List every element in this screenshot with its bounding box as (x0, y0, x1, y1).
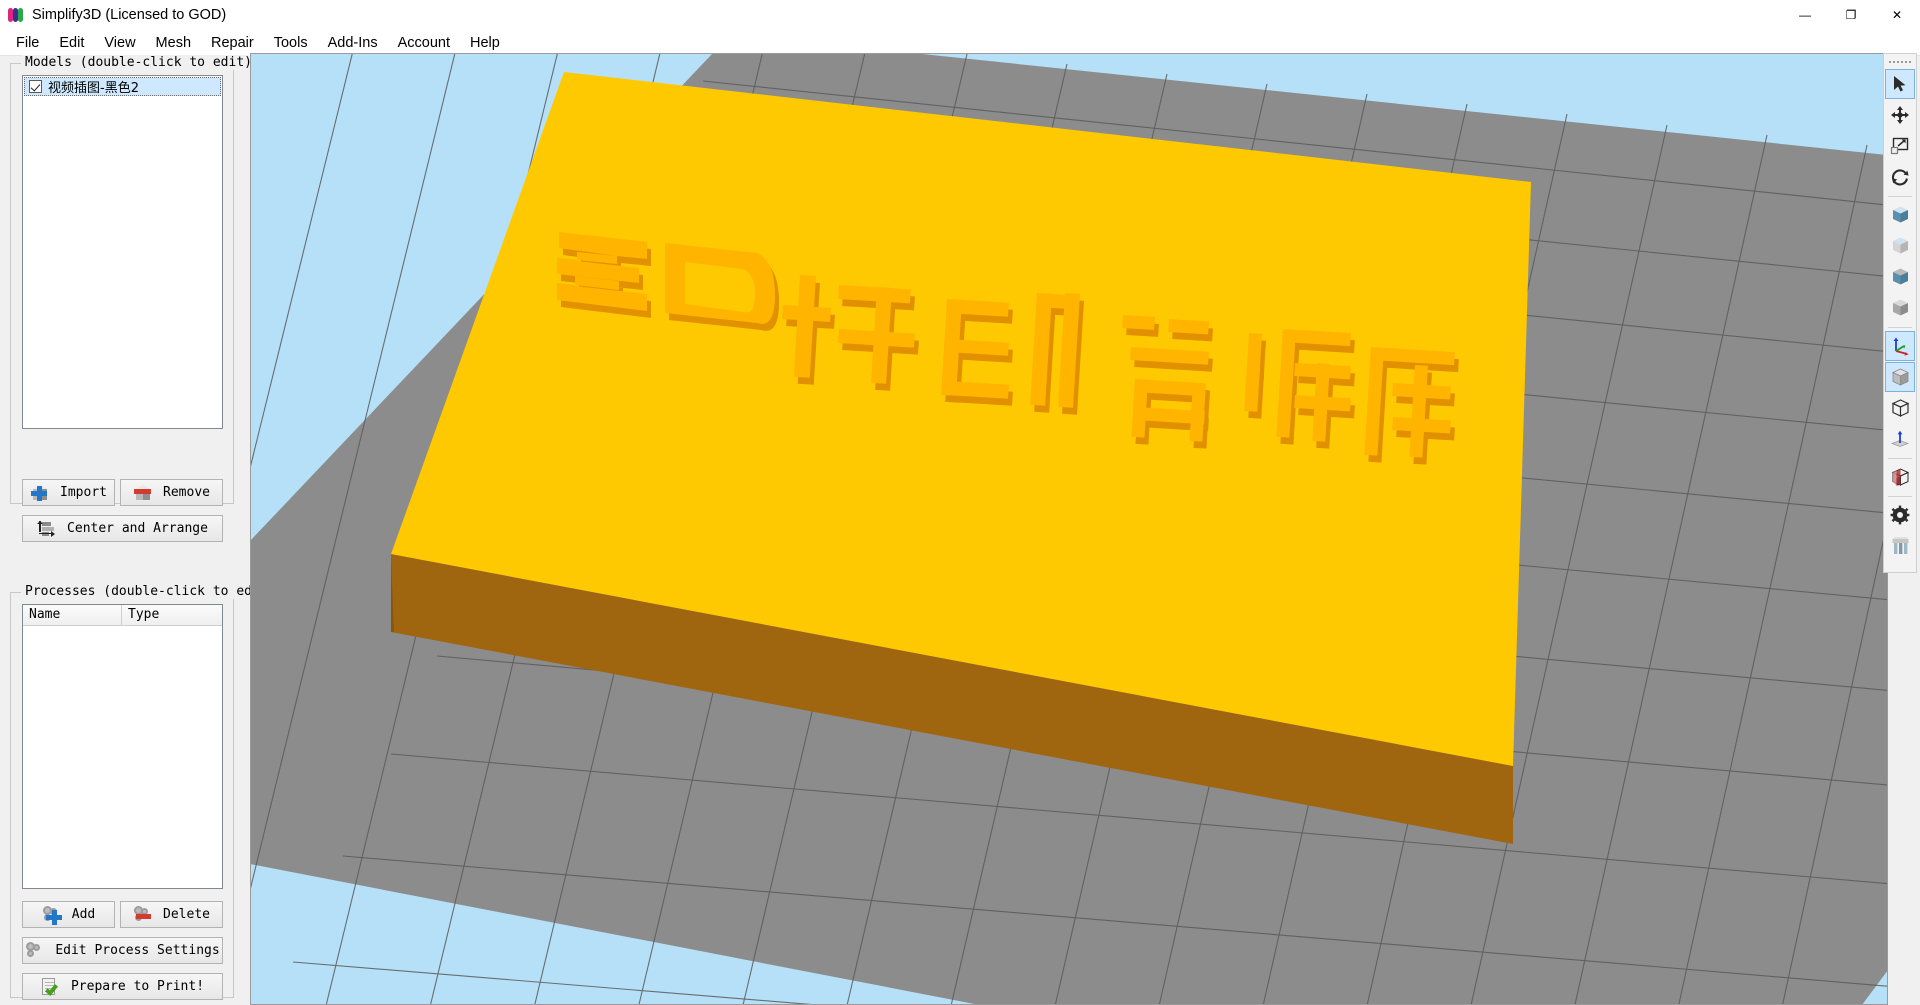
processes-table-header: Name Type (23, 605, 222, 626)
list-item[interactable]: 视频插图-黑色2 (24, 77, 221, 96)
solid-cube-icon (1891, 368, 1909, 386)
view-cube-iso-tool[interactable] (1885, 293, 1915, 323)
menu-item-add-ins[interactable]: Add-Ins (318, 32, 388, 54)
menu-item-mesh[interactable]: Mesh (146, 32, 201, 54)
window-title: Simplify3D (Licensed to GOD) (32, 7, 227, 23)
processes-groupbox-title: Processes (double-click to edit) (21, 584, 280, 599)
add-button-label: Add (71, 907, 96, 922)
delete-button-label: Delete (163, 907, 210, 922)
prepare-to-print-label: Prepare to Print! (70, 979, 205, 994)
solid-shading-toggle[interactable] (1885, 362, 1915, 392)
simplify3d-logo-icon (8, 7, 24, 23)
menu-item-file[interactable]: File (6, 32, 49, 54)
menu-item-help[interactable]: Help (460, 32, 510, 54)
remove-button-label: Remove (163, 485, 210, 500)
cube-top-icon (1892, 268, 1908, 285)
gear-settings-icon (25, 941, 47, 961)
surface-normals-toggle[interactable] (1885, 424, 1915, 454)
edit-process-settings-label: Edit Process Settings (55, 943, 220, 958)
window-controls: — ❐ ✕ (1782, 0, 1920, 30)
add-process-button[interactable]: Add (22, 901, 115, 928)
supports-tool[interactable] (1885, 531, 1915, 561)
column-header-name[interactable]: Name (23, 605, 122, 625)
right-toolbar (1883, 53, 1917, 573)
select-cursor-tool[interactable] (1885, 69, 1915, 99)
remove-cube-minus-icon (133, 483, 155, 503)
prepare-to-print-checkmark-icon (41, 977, 63, 997)
toolbar-drag-grip[interactable] (1889, 58, 1911, 66)
processes-table[interactable]: Name Type (22, 604, 223, 889)
cursor-arrow-icon (1894, 76, 1906, 92)
model-checkbox[interactable] (29, 80, 42, 93)
edit-process-settings-button[interactable]: Edit Process Settings (22, 937, 223, 964)
cross-section-cube-icon (1891, 468, 1909, 486)
surface-normal-arrow-icon (1890, 430, 1910, 447)
toolbar-separator (1888, 458, 1912, 459)
toolbar-separator (1888, 496, 1912, 497)
menu-item-view[interactable]: View (94, 32, 145, 54)
xyz-axis-icon (1893, 337, 1909, 356)
cube-left-icon (1892, 237, 1908, 254)
view-cube-top-tool[interactable] (1885, 262, 1915, 292)
cube-iso-icon (1892, 299, 1908, 316)
toolbar-separator (1888, 327, 1912, 328)
wireframe-cube-icon (1891, 399, 1909, 417)
maximize-button[interactable]: ❐ (1828, 0, 1874, 30)
models-groupbox-title: Models (double-click to edit) (21, 55, 256, 70)
view-cube-front-tool[interactable] (1885, 200, 1915, 230)
view-cube-left-tool[interactable] (1885, 231, 1915, 261)
title-bar: Simplify3D (Licensed to GOD) — ❐ ✕ (0, 0, 1920, 30)
wireframe-shading-toggle[interactable] (1885, 393, 1915, 423)
menu-item-repair[interactable]: Repair (201, 32, 264, 54)
scale-resize-icon (1890, 137, 1909, 155)
delete-process-button[interactable]: Delete (120, 901, 223, 928)
minimize-button[interactable]: — (1782, 0, 1828, 30)
supports-pillars-icon (1892, 537, 1908, 554)
center-arrange-icon (37, 519, 59, 539)
left-panel: Models (double-click to edit) 视频插图-黑色2 I… (0, 55, 280, 1005)
gear-plus-icon (42, 905, 64, 925)
move-arrows-icon (1891, 106, 1909, 124)
remove-button[interactable]: Remove (120, 479, 223, 506)
model-name-label: 视频插图-黑色2 (48, 81, 139, 96)
settings-gear-tool[interactable] (1885, 500, 1915, 530)
move-tool[interactable] (1885, 100, 1915, 130)
models-list[interactable]: 视频插图-黑色2 (22, 75, 223, 429)
prepare-to-print-button[interactable]: Prepare to Print! (22, 973, 223, 1000)
column-header-type[interactable]: Type (122, 605, 222, 625)
import-button[interactable]: Import (22, 479, 115, 506)
center-and-arrange-button[interactable]: Center and Arrange (22, 515, 223, 542)
3d-viewport[interactable] (250, 53, 1888, 1005)
close-button[interactable]: ✕ (1874, 0, 1920, 30)
toolbar-separator (1888, 196, 1912, 197)
3d-scene (251, 54, 1887, 1004)
center-and-arrange-label: Center and Arrange (67, 521, 208, 536)
menu-item-edit[interactable]: Edit (49, 32, 94, 54)
axis-display-toggle[interactable] (1885, 331, 1915, 361)
rotate-arrows-icon (1892, 169, 1909, 186)
rotate-tool[interactable] (1885, 162, 1915, 192)
gear-icon (1890, 505, 1910, 525)
menu-item-account[interactable]: Account (388, 32, 460, 54)
scale-tool[interactable] (1885, 131, 1915, 161)
cube-front-icon (1892, 206, 1908, 223)
cross-section-toggle[interactable] (1885, 462, 1915, 492)
menu-item-tools[interactable]: Tools (264, 32, 318, 54)
import-cube-plus-icon (30, 483, 52, 503)
gear-minus-icon (133, 905, 155, 925)
import-button-label: Import (60, 485, 107, 500)
main-area: Models (double-click to edit) 视频插图-黑色2 I… (0, 53, 1920, 1005)
